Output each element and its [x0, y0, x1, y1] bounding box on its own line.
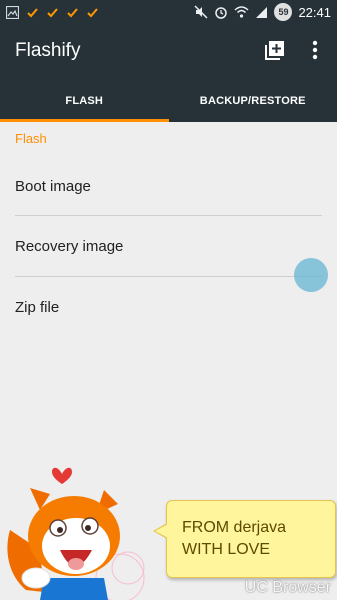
- status-bar: 59 22:41: [0, 0, 337, 24]
- speech-bubble-text: FROM derjava WITH LOVE: [182, 517, 286, 561]
- list-item-boot-image[interactable]: Boot image: [15, 156, 322, 216]
- app-title: Flashify: [15, 40, 81, 61]
- check-icon: [87, 7, 98, 17]
- wifi-icon: [234, 6, 249, 18]
- section-header-flash: Flash: [15, 131, 47, 146]
- uc-mascot-illustration: [7, 467, 145, 600]
- bubble-line: FROM derjava: [182, 519, 287, 536]
- app-actions: [263, 38, 327, 62]
- system-icons: 59 22:41: [194, 3, 331, 21]
- speech-bubble: FROM derjava WITH LOVE: [153, 500, 336, 578]
- mute-icon: [194, 5, 208, 19]
- list-item-zip-file[interactable]: Zip file: [15, 277, 322, 337]
- uc-browser-watermark: UC Browser: [244, 579, 331, 596]
- clock: 22:41: [298, 4, 331, 20]
- image-icon: [6, 5, 19, 19]
- alarm-icon: [215, 7, 228, 19]
- list-item-label: Recovery image: [15, 237, 124, 255]
- tab-backup-restore[interactable]: BACKUP/RESTORE: [169, 80, 337, 122]
- list-item-label: Zip file: [15, 298, 60, 316]
- add-queue-icon: [265, 41, 284, 60]
- tab-flash[interactable]: FLASH: [0, 80, 169, 122]
- touch-indicator: [294, 258, 328, 292]
- list-item-label: Boot image: [15, 177, 91, 195]
- overflow-menu-button[interactable]: [303, 38, 327, 62]
- signal-icon: [256, 6, 268, 18]
- overflow-menu-icon: [312, 40, 318, 60]
- app-bar: Flashify: [0, 24, 337, 80]
- notification-icons: [6, 3, 99, 21]
- list-item-recovery-image[interactable]: Recovery image: [15, 216, 322, 276]
- battery-indicator: 59: [274, 3, 293, 21]
- check-icon: [47, 7, 58, 17]
- check-icon: [27, 7, 38, 17]
- tab-bar: FLASH BACKUP/RESTORE: [0, 80, 337, 122]
- check-icon: [67, 7, 78, 17]
- bubble-line: WITH LOVE: [182, 541, 271, 558]
- add-queue-button[interactable]: [263, 38, 287, 62]
